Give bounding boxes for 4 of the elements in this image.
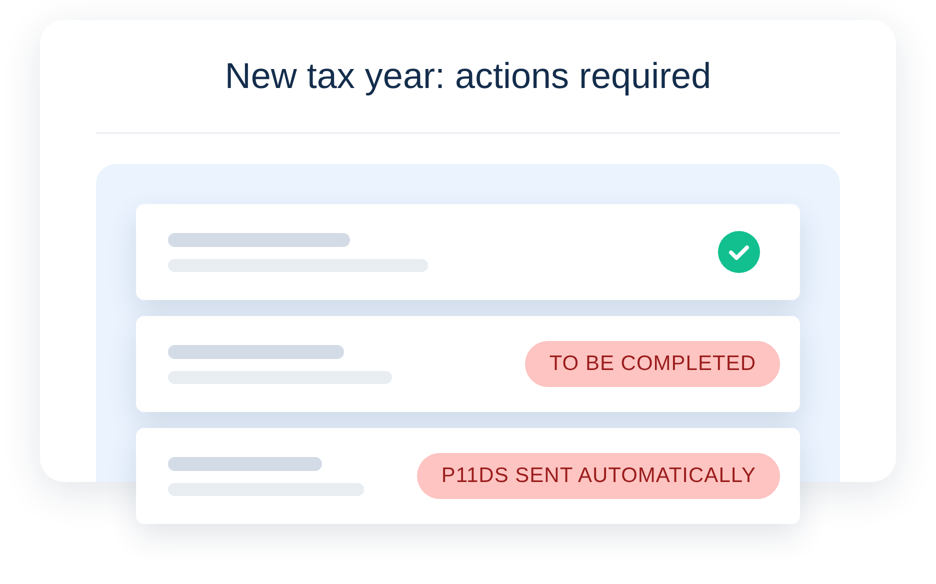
card-title: New tax year: actions required — [224, 54, 712, 98]
status-badge: TO BE COMPLETED — [525, 341, 780, 387]
check-icon — [718, 231, 760, 273]
status-badge: P11DS SENT AUTOMATICALLY — [417, 453, 780, 499]
